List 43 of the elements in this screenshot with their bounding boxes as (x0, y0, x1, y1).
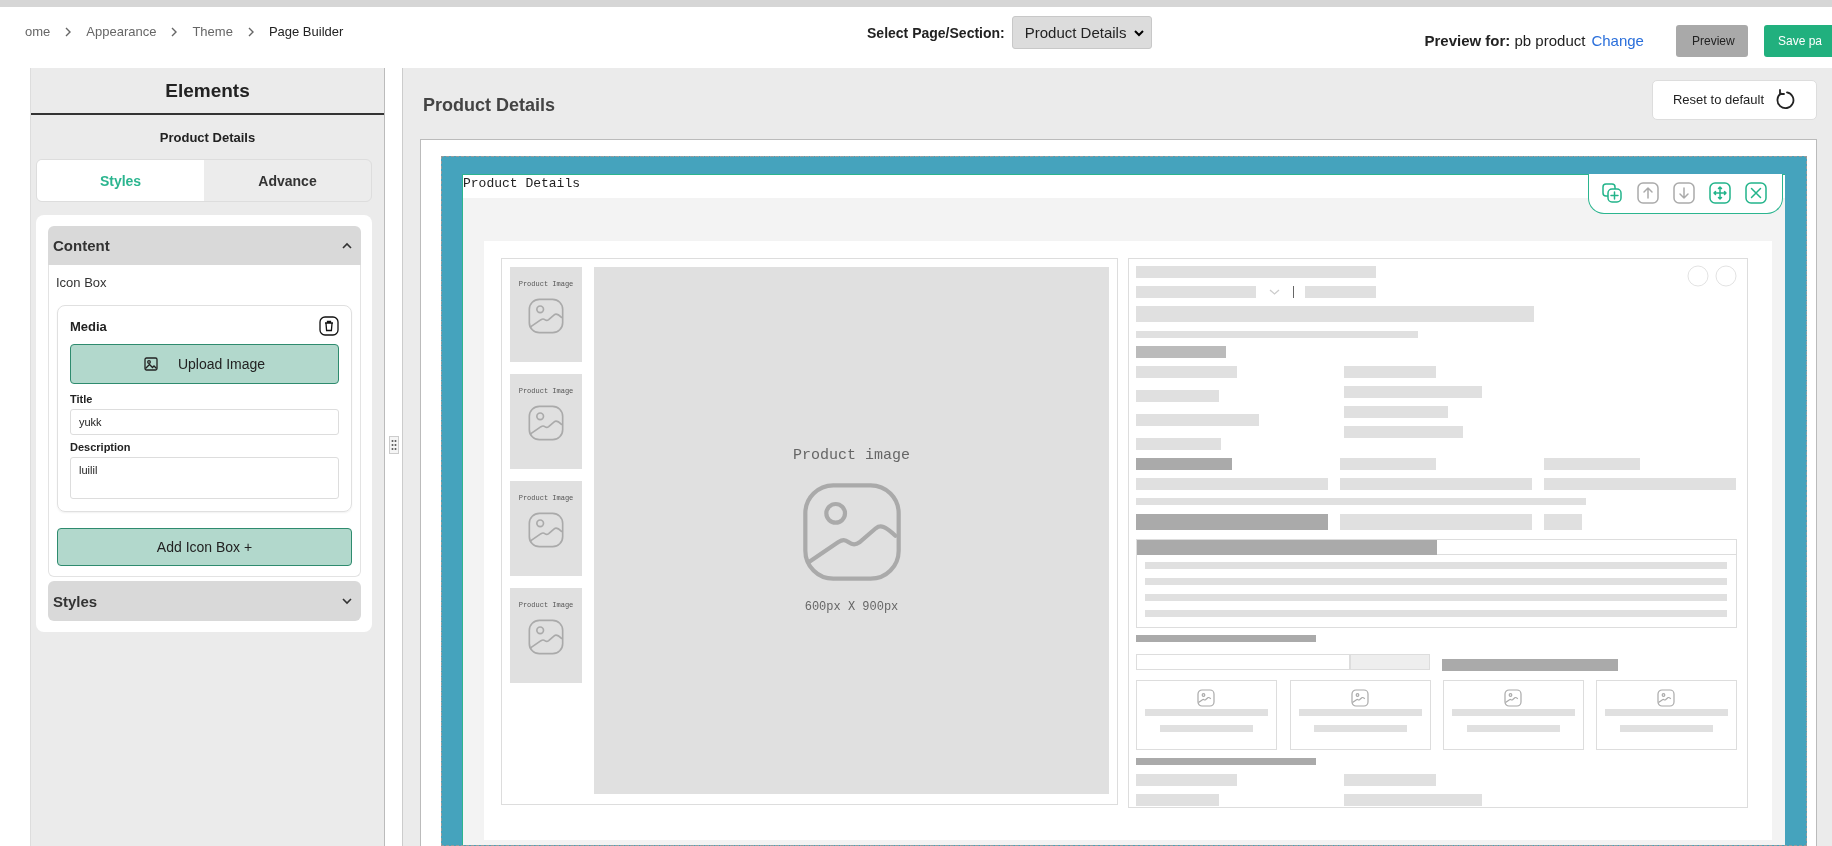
page-select[interactable]: Product Details (1011, 16, 1153, 49)
drag-handle-icon[interactable] (388, 436, 399, 454)
accordion-header[interactable]: Styles (48, 581, 361, 621)
caret-icon (1134, 28, 1145, 37)
move-icon[interactable] (1708, 181, 1732, 205)
breadcrumb-link[interactable]: ome (25, 24, 51, 39)
chevron-right-icon (246, 26, 255, 37)
image-label: Product image (793, 447, 910, 464)
chevron-down-icon (341, 595, 353, 607)
preview-button[interactable]: Preview (1675, 24, 1748, 57)
duplicate-icon[interactable] (1600, 181, 1624, 205)
image-size-text: 600px X 900px (804, 600, 899, 614)
preview-for-text: Preview for: pb product (1424, 32, 1586, 49)
chevron-right-icon (64, 26, 73, 37)
section-label: Product Details (463, 176, 581, 191)
change-link[interactable]: Change (1591, 32, 1644, 49)
image-icon (526, 296, 566, 336)
image-icon (143, 357, 158, 371)
description-textarea[interactable]: luilil (70, 457, 339, 499)
image-icon (526, 403, 566, 443)
add-icon-box-button[interactable]: Add Icon Box + (57, 528, 352, 566)
image-icon (526, 510, 566, 550)
reset-icon (1774, 88, 1797, 111)
reset-button[interactable]: Reset to default (1652, 79, 1817, 120)
panel-subtitle: Product Details (158, 129, 257, 147)
breadcrumb-link[interactable]: Appearance (86, 24, 157, 39)
image-icon (526, 617, 566, 657)
field-label: Description (70, 441, 132, 453)
trash-icon[interactable] (319, 316, 339, 336)
panel-title: Elements (31, 68, 384, 115)
breadcrumb-link[interactable]: Page Builder (268, 24, 344, 39)
group-label: Icon Box (56, 275, 108, 290)
page-select-label: Select Page/Section: (867, 24, 1005, 41)
upload-image-button[interactable]: Upload Image (70, 344, 339, 384)
canvas-title: Product Details (423, 95, 556, 116)
accordion-header[interactable]: Content (48, 226, 361, 265)
title-input[interactable]: yukk (70, 409, 339, 435)
media-title: Media (70, 318, 107, 334)
close-icon[interactable] (1744, 181, 1768, 205)
tab[interactable]: Advance (204, 160, 371, 201)
field-label: Title (70, 393, 94, 405)
breadcrumb-link[interactable]: Theme (192, 24, 233, 39)
chevron-right-icon (170, 26, 179, 37)
